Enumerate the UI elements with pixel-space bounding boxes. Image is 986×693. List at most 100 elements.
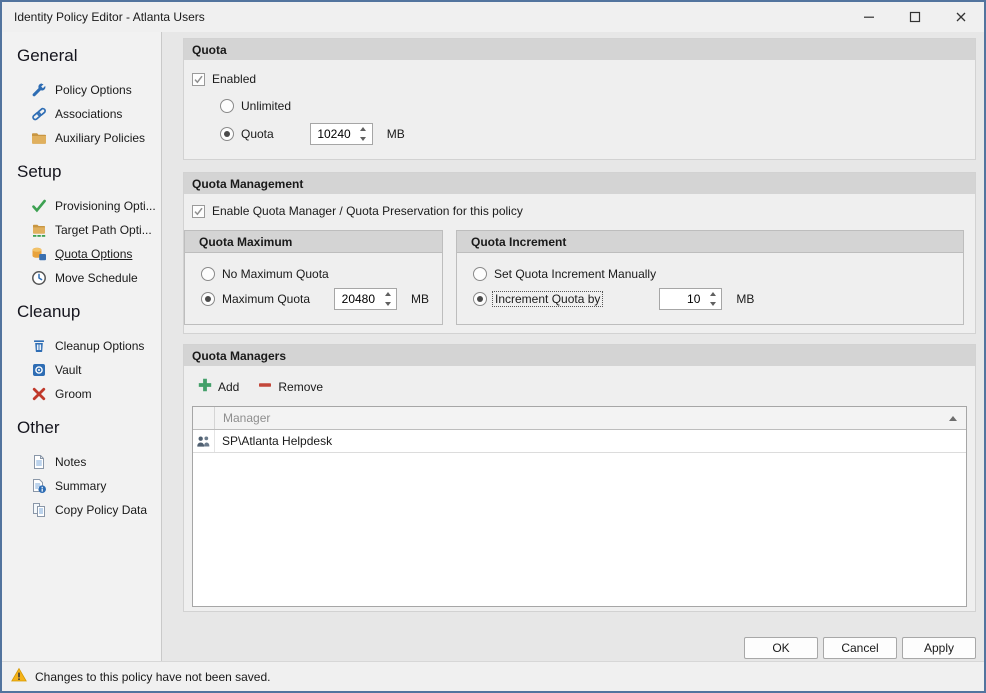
up-arrow-icon [385, 292, 391, 296]
maximum-quota-unit-label: MB [411, 292, 429, 306]
enable-quota-manager-checkbox[interactable] [192, 205, 205, 218]
increment-quota-value-input[interactable] [660, 289, 704, 309]
sidebar-item-summary[interactable]: Summary [2, 474, 161, 498]
maximize-icon [907, 9, 923, 25]
sidebar: General Policy Options Associations [2, 32, 162, 661]
sidebar-item-label: Cleanup Options [55, 339, 144, 353]
sidebar-item-vault[interactable]: Vault [2, 358, 161, 382]
unlimited-label[interactable]: Unlimited [241, 99, 291, 113]
sidebar-item-quota-options[interactable]: Quota Options [2, 242, 161, 266]
quota-unit-label: MB [387, 127, 405, 141]
apply-button[interactable]: Apply [902, 637, 976, 659]
copy-icon [31, 502, 47, 518]
quota-spin-up-button[interactable] [355, 124, 372, 134]
down-arrow-icon [385, 302, 391, 306]
enabled-checkbox[interactable] [192, 73, 205, 86]
wrench-icon [31, 82, 47, 98]
add-manager-label: Add [218, 380, 239, 394]
no-maximum-quota-radio[interactable] [201, 267, 215, 281]
quota-enabled-row: Enabled [192, 72, 975, 86]
manager-column-header[interactable]: Manager [215, 407, 966, 429]
identity-policy-editor-window: Identity Policy Editor - Atlanta Users G… [0, 0, 986, 693]
sidebar-section-setup: Setup Provisioning Opti... Target Path O… [2, 162, 161, 290]
sidebar-section-general: General Policy Options Associations [2, 46, 161, 150]
increment-quota-by-radio[interactable] [473, 292, 487, 306]
sidebar-item-label: Auxiliary Policies [55, 131, 145, 145]
sidebar-item-label: Move Schedule [55, 271, 138, 285]
quota-radio[interactable] [220, 127, 234, 141]
app-body: General Policy Options Associations [2, 32, 984, 661]
up-arrow-icon [710, 292, 716, 296]
down-arrow-icon [360, 137, 366, 141]
set-quota-increment-manually-radio[interactable] [473, 267, 487, 281]
maximize-button[interactable] [892, 2, 938, 32]
maximum-quota-radio[interactable] [201, 292, 215, 306]
warning-icon [11, 667, 27, 686]
sidebar-item-auxiliary-policies[interactable]: Auxiliary Policies [2, 126, 161, 150]
quota-spin-down-button[interactable] [355, 134, 372, 144]
maximum-quota-spin-down-button[interactable] [379, 299, 396, 309]
sidebar-item-cleanup-options[interactable]: Cleanup Options [2, 334, 161, 358]
sidebar-section-cleanup: Cleanup Cleanup Options Vault [2, 302, 161, 406]
quota-management-section: Quota Management Enable Quota Manager / … [183, 172, 976, 334]
trash-icon [31, 338, 47, 354]
no-maximum-quota-label[interactable]: No Maximum Quota [222, 267, 329, 281]
checkmark-icon [193, 74, 204, 85]
quota-value-input[interactable] [311, 124, 355, 144]
sidebar-item-notes[interactable]: Notes [2, 450, 161, 474]
sidebar-item-label: Copy Policy Data [55, 503, 147, 517]
maximum-quota-spin-up-button[interactable] [379, 289, 396, 299]
minus-icon [257, 377, 273, 396]
enable-quota-manager-label[interactable]: Enable Quota Manager / Quota Preservatio… [212, 204, 523, 218]
sidebar-item-target-path-options[interactable]: Target Path Opti... [2, 218, 161, 242]
minimize-icon [861, 9, 877, 25]
sidebar-item-label: Vault [55, 363, 81, 377]
minimize-button[interactable] [846, 2, 892, 32]
sidebar-item-label: Policy Options [55, 83, 132, 97]
maximum-quota-row: Maximum Quota MB [201, 288, 442, 310]
remove-manager-label: Remove [278, 380, 323, 394]
sidebar-item-label: Associations [55, 107, 122, 121]
quota-increment-header: Quota Increment [457, 231, 963, 253]
sidebar-item-associations[interactable]: Associations [2, 102, 161, 126]
sidebar-item-move-schedule[interactable]: Move Schedule [2, 266, 161, 290]
note-icon [31, 454, 47, 470]
quota-label[interactable]: Quota [241, 127, 274, 141]
sidebar-item-policy-options[interactable]: Policy Options [2, 78, 161, 102]
managers-table-header[interactable]: Manager [193, 407, 966, 430]
increment-quota-by-label[interactable]: Increment Quota by [492, 291, 603, 307]
manager-table-row[interactable]: SP\Atlanta Helpdesk [193, 430, 966, 453]
sidebar-item-groom[interactable]: Groom [2, 382, 161, 406]
sidebar-item-label: Notes [55, 455, 86, 469]
quota-section-header: Quota [184, 39, 975, 60]
increment-quota-spin-down-button[interactable] [704, 299, 721, 309]
remove-manager-button[interactable]: Remove [253, 375, 327, 398]
sidebar-item-label: Provisioning Opti... [55, 199, 156, 213]
cancel-button[interactable]: Cancel [823, 637, 897, 659]
titlebar: Identity Policy Editor - Atlanta Users [2, 2, 984, 32]
link-icon [31, 106, 47, 122]
ok-button[interactable]: OK [744, 637, 818, 659]
increment-quota-spinedit [659, 288, 722, 310]
maximum-quota-spinedit [334, 288, 397, 310]
close-icon [953, 9, 969, 25]
quota-managers-section: Quota Managers Add [183, 344, 976, 612]
sidebar-item-copy-policy-data[interactable]: Copy Policy Data [2, 498, 161, 522]
enabled-label[interactable]: Enabled [212, 72, 256, 86]
increment-quota-spin-up-button[interactable] [704, 289, 721, 299]
checkmark-icon [193, 206, 204, 217]
main-content: Quota Enabled Unlimited Quota [162, 32, 984, 661]
statusbar-message: Changes to this policy have not been sav… [35, 670, 271, 684]
unlimited-row: Unlimited [220, 99, 975, 113]
sidebar-item-provisioning-options[interactable]: Provisioning Opti... [2, 194, 161, 218]
set-quota-increment-manually-label[interactable]: Set Quota Increment Manually [494, 267, 656, 281]
summary-info-icon [31, 478, 47, 494]
add-manager-button[interactable]: Add [193, 375, 243, 398]
maximum-quota-label[interactable]: Maximum Quota [222, 292, 310, 306]
sidebar-section-other: Other Notes Summary [2, 418, 161, 522]
manager-name-cell: SP\Atlanta Helpdesk [215, 430, 332, 452]
quota-maximum-group: Quota Maximum No Maximum Quota Maximum Q… [184, 230, 443, 325]
unlimited-radio[interactable] [220, 99, 234, 113]
maximum-quota-value-input[interactable] [335, 289, 379, 309]
close-button[interactable] [938, 2, 984, 32]
